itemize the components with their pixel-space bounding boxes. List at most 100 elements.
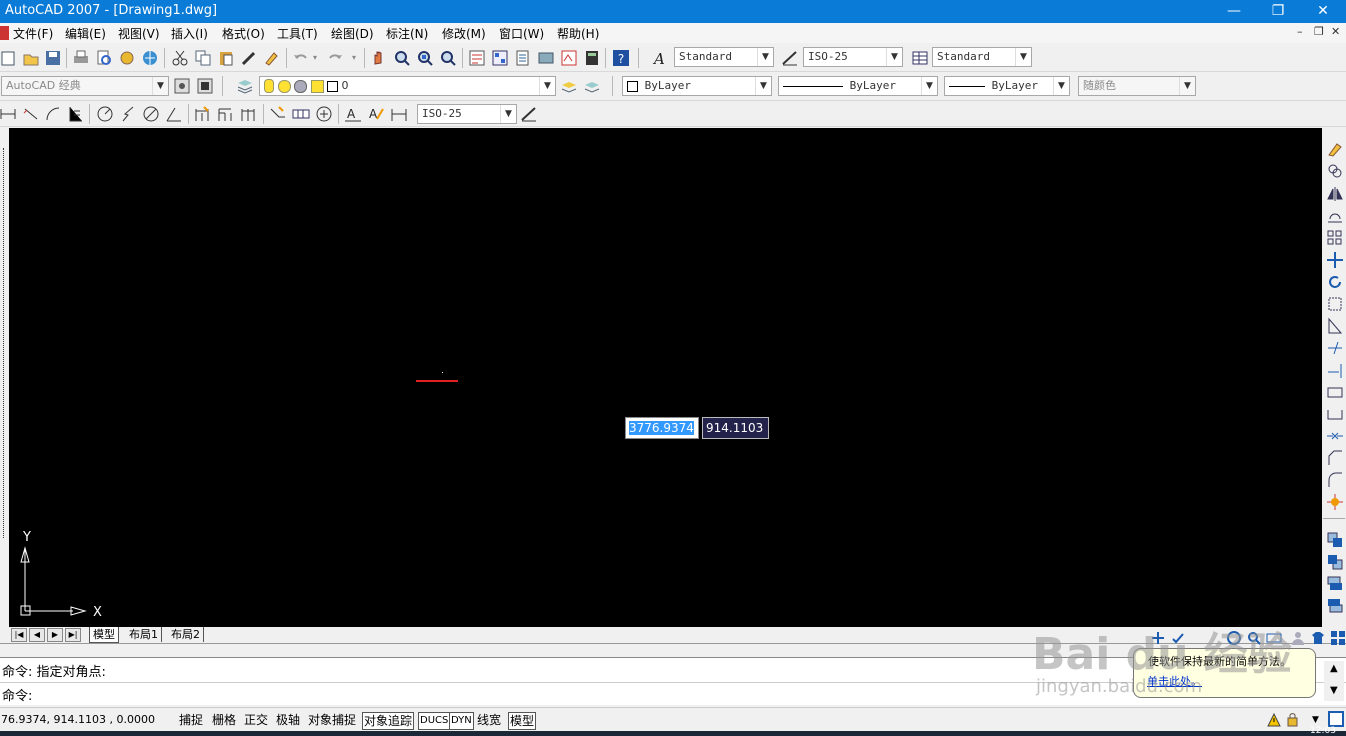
grid-icon[interactable] <box>1330 630 1346 646</box>
center-mark-icon[interactable] <box>315 105 333 123</box>
pan-realtime-icon[interactable] <box>370 49 388 67</box>
properties-icon[interactable] <box>468 49 486 67</box>
baseline-dimension-icon[interactable] <box>217 105 235 123</box>
workspace-select[interactable]: AutoCAD 经典 ▼ <box>1 76 169 96</box>
menu-file[interactable]: 文件(F) <box>13 25 53 42</box>
doc-close-button[interactable]: ✕ <box>1331 25 1340 38</box>
zoom-previous-icon[interactable] <box>439 49 457 67</box>
restore-button[interactable]: ❐ <box>1255 0 1301 23</box>
doc-restore-button[interactable]: ❐ <box>1314 25 1324 38</box>
command-scrollbar[interactable]: ▲ ▼ <box>1324 661 1344 701</box>
menu-format[interactable]: 格式(O) <box>222 25 265 42</box>
bring-above-icon[interactable] <box>1326 575 1344 593</box>
ducs-toggle[interactable]: DUCS <box>418 712 451 730</box>
redo-icon[interactable] <box>326 49 344 67</box>
help-icon[interactable]: ? <box>612 49 630 67</box>
copy-icon[interactable] <box>194 49 212 67</box>
linear-dimension-icon[interactable] <box>0 105 18 123</box>
minimize-button[interactable]: — <box>1211 0 1257 23</box>
tab-model[interactable]: 模型 <box>89 627 119 643</box>
undo-icon[interactable] <box>292 49 310 67</box>
text-style-select[interactable]: Standard ▼ <box>674 47 774 67</box>
arc-length-icon[interactable] <box>44 105 62 123</box>
lineweight-control-select[interactable]: ByLayer ▼ <box>944 76 1070 96</box>
text-style-icon[interactable]: A <box>652 49 670 67</box>
block-editor-icon[interactable] <box>263 49 281 67</box>
jogged-dimension-icon[interactable] <box>119 105 137 123</box>
color-control-select[interactable]: ByLayer ▼ <box>622 76 772 96</box>
warning-icon[interactable] <box>1267 713 1281 727</box>
aligned-dimension-icon[interactable] <box>22 105 40 123</box>
menu-insert[interactable]: 插入(I) <box>171 25 208 42</box>
make-object-layer-current-icon[interactable] <box>560 77 578 95</box>
menu-dimension[interactable]: 标注(N) <box>386 25 428 42</box>
menu-window[interactable]: 窗口(W) <box>499 25 544 42</box>
web-icon[interactable] <box>141 49 159 67</box>
workspace-settings-icon[interactable] <box>173 77 191 95</box>
rotate-icon[interactable] <box>1326 273 1344 291</box>
calculator-icon[interactable] <box>583 49 601 67</box>
next-tab-button[interactable]: ▶ <box>47 628 63 642</box>
print-preview-icon[interactable] <box>95 49 113 67</box>
linetype-control-select[interactable]: ByLayer ▼ <box>778 76 938 96</box>
dynamic-input-y[interactable]: 914.1103 <box>702 417 769 439</box>
chamfer-icon[interactable] <box>1326 449 1344 467</box>
polar-toggle[interactable]: 极轴 <box>275 712 301 728</box>
erase-icon[interactable] <box>1326 140 1344 158</box>
save-icon[interactable] <box>44 49 62 67</box>
offset-icon[interactable] <box>1326 207 1344 225</box>
dim-style-control-select[interactable]: ISO-25 ▼ <box>417 104 517 124</box>
table-style-icon[interactable] <box>911 49 929 67</box>
menu-view[interactable]: 视图(V) <box>118 25 160 42</box>
continue-dimension-icon[interactable] <box>240 105 258 123</box>
snap-toggle[interactable]: 捕捉 <box>178 712 204 728</box>
publish-icon[interactable] <box>118 49 136 67</box>
mirror-icon[interactable] <box>1326 185 1344 203</box>
user-icon[interactable] <box>1290 630 1306 646</box>
menu-help[interactable]: 帮助(H) <box>557 25 599 42</box>
radius-dimension-icon[interactable] <box>96 105 114 123</box>
dyn-toggle[interactable]: DYN <box>449 712 474 730</box>
table-style-select[interactable]: Standard ▼ <box>932 47 1032 67</box>
angular-dimension-icon[interactable] <box>165 105 183 123</box>
tab-layout1[interactable]: 布局1 <box>126 627 162 642</box>
scroll-down-icon[interactable]: ▼ <box>1330 685 1338 696</box>
layer-previous-icon[interactable] <box>583 77 601 95</box>
design-center-icon[interactable] <box>491 49 509 67</box>
tab-layout2[interactable]: 布局2 <box>168 627 204 642</box>
stretch-icon[interactable] <box>1326 317 1344 335</box>
new-icon[interactable] <box>0 49 18 67</box>
clean-screen-icon[interactable] <box>1328 711 1344 727</box>
close-button[interactable]: ✕ <box>1300 0 1346 23</box>
send-to-back-icon[interactable] <box>1326 553 1344 571</box>
join-icon[interactable] <box>1326 427 1344 445</box>
break-at-point-icon[interactable] <box>1326 383 1344 401</box>
array-icon[interactable] <box>1326 229 1344 247</box>
send-under-icon[interactable] <box>1326 597 1344 615</box>
cut-icon[interactable] <box>171 49 189 67</box>
print-icon[interactable] <box>72 49 90 67</box>
menu-draw[interactable]: 绘图(D) <box>331 25 374 42</box>
diameter-dimension-icon[interactable] <box>142 105 160 123</box>
otrack-toggle[interactable]: 对象追踪 <box>362 712 415 730</box>
osnap-toggle[interactable]: 对象捕捉 <box>307 712 357 728</box>
fillet-icon[interactable] <box>1326 471 1344 489</box>
menu-modify[interactable]: 修改(M) <box>442 25 486 42</box>
layer-select[interactable]: 0 ▼ <box>259 76 556 96</box>
status-menu-chevron-icon[interactable]: ▼ <box>1312 715 1319 725</box>
ortho-toggle[interactable]: 正交 <box>243 712 269 728</box>
menu-edit[interactable]: 编辑(E) <box>65 25 106 42</box>
zoom-realtime-icon[interactable] <box>393 49 411 67</box>
doc-minimize-button[interactable]: – <box>1297 25 1303 38</box>
zoom-window-icon[interactable] <box>416 49 434 67</box>
coordinate-display[interactable]: 76.9374, 914.1103 , 0.0000 <box>1 713 155 726</box>
plotstyle-control-select[interactable]: 随颜色 ▼ <box>1078 76 1196 96</box>
sheet-set-icon[interactable] <box>537 49 555 67</box>
shirt-icon[interactable] <box>1310 630 1326 646</box>
previous-tab-button[interactable]: ◀ <box>29 628 45 642</box>
dynamic-input-x[interactable]: 3776.9374 <box>625 417 699 439</box>
quick-dimension-icon[interactable] <box>194 105 212 123</box>
tool-palettes-icon[interactable] <box>514 49 532 67</box>
last-tab-button[interactable]: ▶| <box>65 628 81 642</box>
lock-icon[interactable] <box>1286 712 1304 728</box>
